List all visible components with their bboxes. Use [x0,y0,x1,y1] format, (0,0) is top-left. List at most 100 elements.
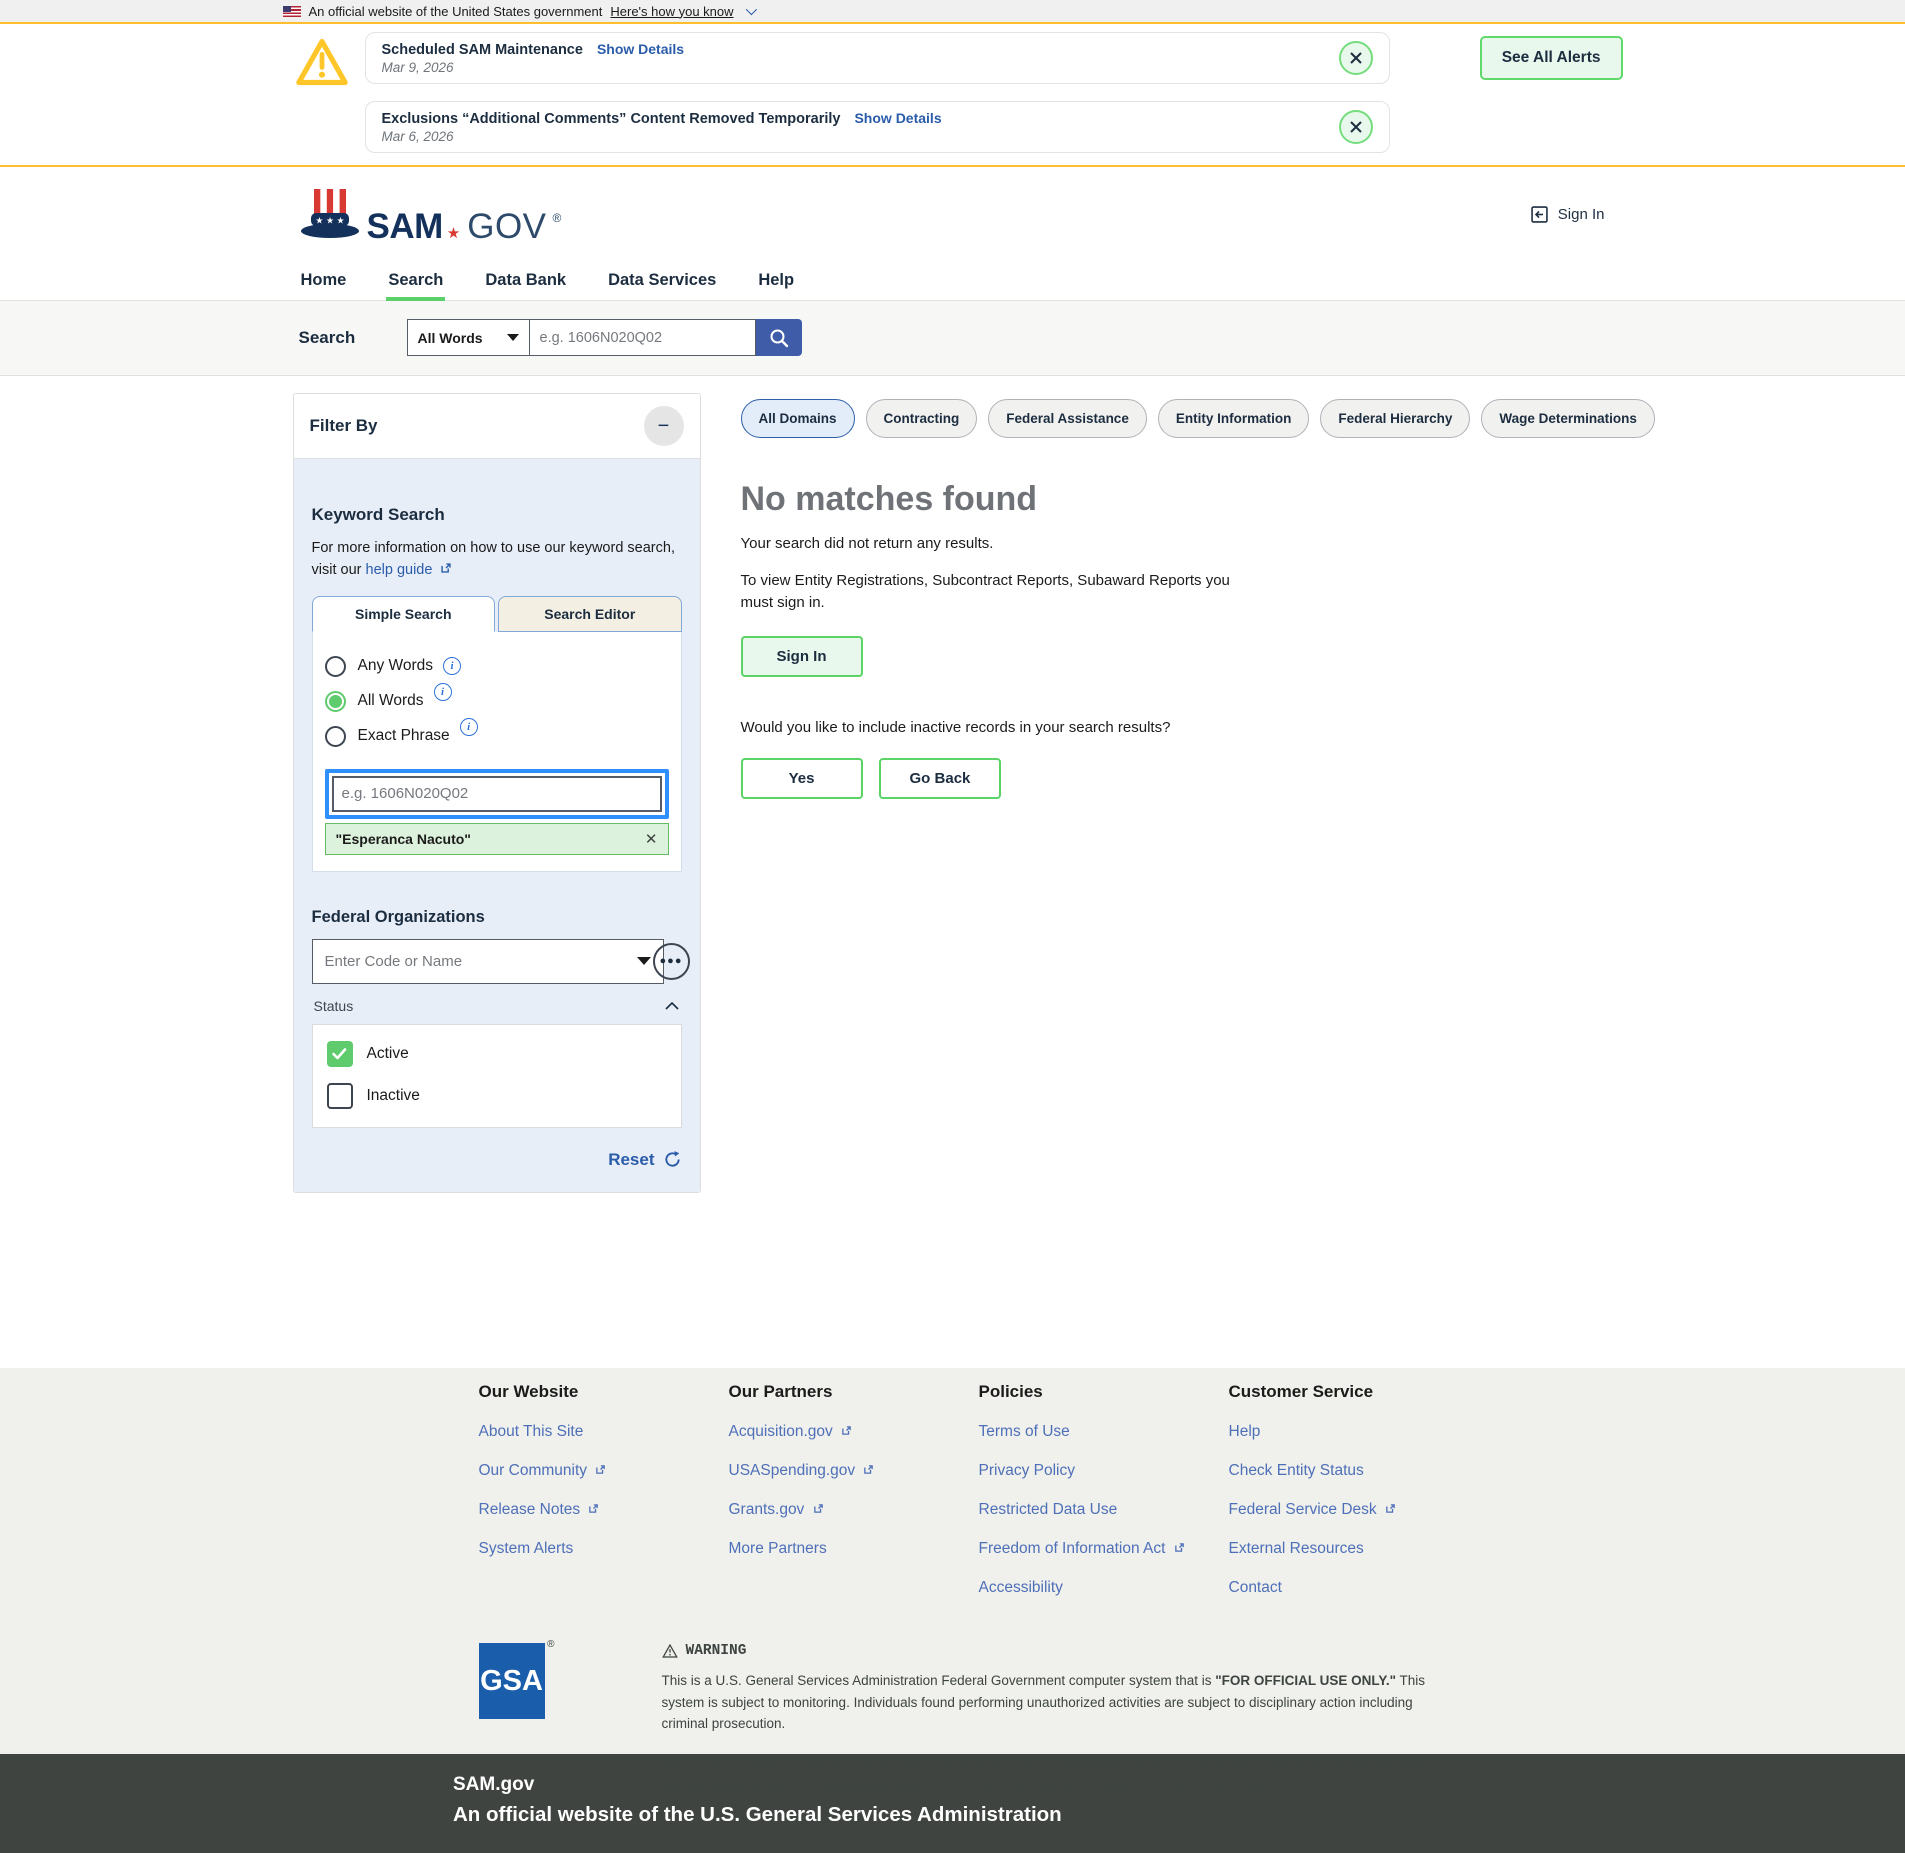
footer-link-release-notes[interactable]: Release Notes [479,1501,729,1519]
uncle-sam-hat-icon: ★ ★ ★ [299,187,361,243]
footer-link-help[interactable]: Help [1229,1423,1479,1441]
domain-pill-federal-hierarchy[interactable]: Federal Hierarchy [1320,399,1470,438]
see-all-alerts-button[interactable]: See All Alerts [1480,36,1623,80]
footer-link-about-this-site[interactable]: About This Site [479,1423,729,1441]
search-submit-button[interactable] [756,319,802,356]
sign-in-required-message: To view Entity Registrations, Subcontrac… [741,570,1246,614]
checkbox-active[interactable] [327,1041,353,1067]
nav-item-help[interactable]: Help [756,262,796,300]
radio-exact-phrase-label: Exact Phrase [358,727,450,745]
domain-pill-wage-determinations[interactable]: Wage Determinations [1481,399,1655,438]
info-icon[interactable]: i [460,718,478,736]
federal-organizations-combobox[interactable] [312,939,664,984]
footer-link-check-entity-status[interactable]: Check Entity Status [1229,1462,1479,1480]
external-link-icon [840,1424,853,1437]
footer-heading-our-website: Our Website [479,1382,729,1402]
alert-card: Exclusions “Additional Comments” Content… [365,101,1390,153]
footer-link-more-partners[interactable]: More Partners [729,1540,979,1558]
domain-pill-federal-assistance[interactable]: Federal Assistance [988,399,1147,438]
alert-title: Exclusions “Additional Comments” Content… [382,111,841,127]
sign-in-icon [1529,204,1550,225]
warning-icon [662,1644,678,1658]
search-scope-value: All Words [418,330,483,346]
footer-link-restricted-data-use[interactable]: Restricted Data Use [979,1501,1229,1519]
global-search-bar: Search All Words [0,301,1905,376]
inactive-records-question: Would you like to include inactive recor… [741,719,1581,736]
tab-simple-search[interactable]: Simple Search [312,596,496,632]
how-you-know-link[interactable]: Here's how you know [610,4,733,19]
caret-down-icon[interactable] [637,957,651,965]
nav-item-data-bank[interactable]: Data Bank [483,262,568,300]
chevron-up-icon[interactable] [664,1001,680,1011]
alert-date: Mar 6, 2026 [382,129,1339,144]
radio-exact-phrase[interactable] [325,726,346,747]
external-link-icon [594,1463,607,1476]
show-details-link[interactable]: Show Details [854,110,941,126]
caret-down-icon [507,334,519,341]
go-back-button[interactable]: Go Back [879,758,1001,799]
search-icon [768,327,790,349]
sam-gov-logo[interactable]: ★ ★ ★ SAM ★ GOV ® [299,187,562,243]
gsa-logo: GSA [479,1643,545,1719]
federal-organizations-input[interactable] [325,953,637,970]
search-label: Search [299,328,407,348]
info-icon[interactable]: i [443,657,461,675]
checkbox-inactive-label: Inactive [367,1087,420,1105]
chevron-down-icon[interactable] [745,4,756,15]
domain-pill-all-domains[interactable]: All Domains [741,399,855,438]
footer-link-terms-of-use[interactable]: Terms of Use [979,1423,1229,1441]
close-icon[interactable] [1339,41,1373,75]
footer-heading-customer-service: Customer Service [1229,1382,1479,1402]
show-details-link[interactable]: Show Details [597,41,684,57]
footer-link-external-resources[interactable]: External Resources [1229,1540,1479,1558]
keyword-input-focus-ring [325,769,669,819]
footer-link-our-community[interactable]: Our Community [479,1462,729,1480]
nav-item-data-services[interactable]: Data Services [606,262,718,300]
footer-link-contact[interactable]: Contact [1229,1579,1479,1597]
close-icon[interactable]: ✕ [645,830,658,848]
minus-icon[interactable]: − [644,406,684,446]
keyword-chip: "Esperanca Nacuto" ✕ [325,823,669,855]
radio-any-words[interactable] [325,656,346,677]
info-icon[interactable]: i [434,683,452,701]
help-guide-link[interactable]: help guide [366,562,433,578]
external-link-icon [587,1502,600,1515]
external-link-icon [1384,1502,1397,1515]
reset-icon[interactable] [663,1150,682,1169]
sign-in-button[interactable]: Sign In [741,636,863,677]
yes-button[interactable]: Yes [741,758,863,799]
checkbox-inactive[interactable] [327,1083,353,1109]
footer-link-privacy-policy[interactable]: Privacy Policy [979,1462,1229,1480]
filter-panel: Filter By − Keyword Search For more info… [293,393,701,1193]
search-results: All Domains Contracting Federal Assistan… [741,393,1581,1193]
warning-triangle-icon [295,38,349,153]
nav-item-home[interactable]: Home [299,262,349,300]
radio-all-words[interactable] [325,691,346,712]
global-search-input[interactable] [529,319,756,356]
reset-link[interactable]: Reset [608,1150,654,1170]
footer-link-grants-gov[interactable]: Grants.gov [729,1501,979,1519]
alert-title: Scheduled SAM Maintenance [382,42,583,58]
footer-link-foia[interactable]: Freedom of Information Act [979,1540,1229,1558]
footer-link-accessibility[interactable]: Accessibility [979,1579,1229,1597]
ellipsis-icon[interactable]: ●●● [653,943,690,980]
external-link-icon [812,1502,825,1515]
warning-title: WARNING [686,1643,747,1659]
main-content: Filter By − Keyword Search For more info… [0,376,1905,1368]
footer-link-system-alerts[interactable]: System Alerts [479,1540,729,1558]
footer-link-acquisition-gov[interactable]: Acquisition.gov [729,1423,979,1441]
domain-pill-contracting[interactable]: Contracting [866,399,978,438]
footer-link-usaspending-gov[interactable]: USASpending.gov [729,1462,979,1480]
primary-nav: Home Search Data Bank Data Services Help [0,262,1905,301]
nav-item-search[interactable]: Search [386,262,445,300]
keyword-search-heading: Keyword Search [312,459,682,525]
footer-link-federal-service-desk[interactable]: Federal Service Desk [1229,1501,1479,1519]
close-icon[interactable] [1339,110,1373,144]
sign-in-link[interactable]: Sign In [1529,204,1605,225]
no-results-message: Your search did not return any results. [741,535,1581,552]
tab-search-editor[interactable]: Search Editor [498,596,682,632]
search-scope-select[interactable]: All Words [407,319,529,356]
domain-pill-entity-information[interactable]: Entity Information [1158,399,1310,438]
keyword-search-input[interactable] [332,776,662,812]
us-flag-icon [283,6,301,17]
